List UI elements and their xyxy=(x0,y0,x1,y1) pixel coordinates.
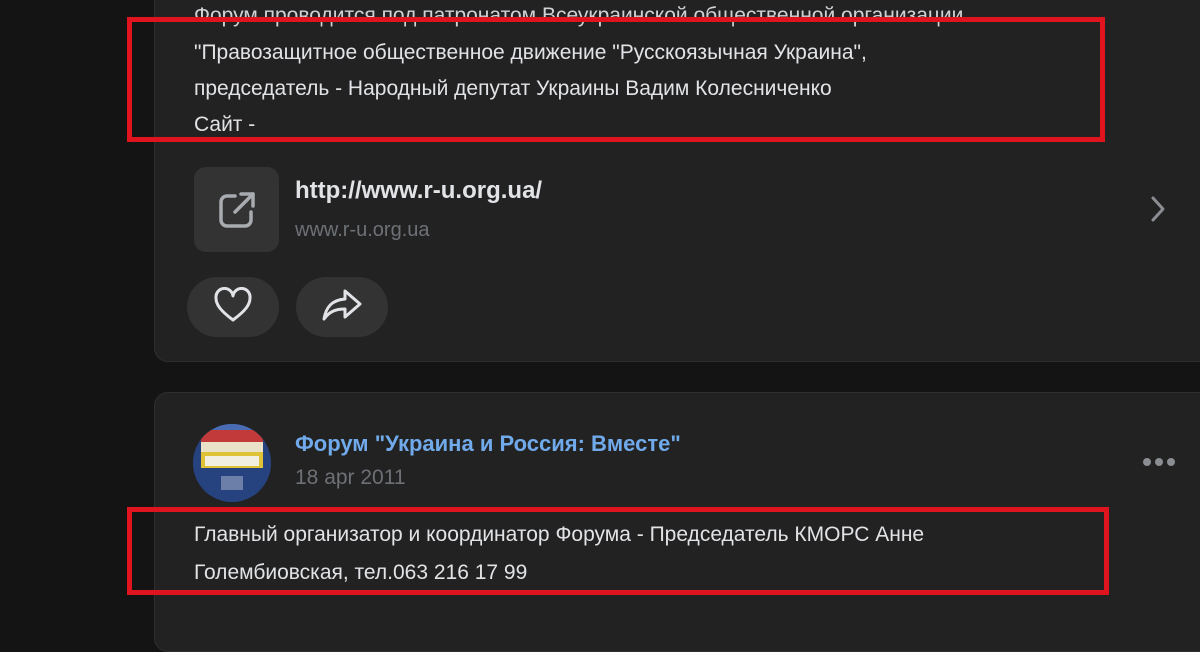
link-attachment[interactable]: http://www.r-u.org.ua/ www.r-u.org.ua xyxy=(194,167,1194,253)
external-link-icon xyxy=(194,167,279,252)
author-name[interactable]: Форум "Украина и Россия: Вместе" xyxy=(295,431,681,457)
post-text-line: председатель - Народный депутат Украины … xyxy=(194,77,832,100)
link-domain: www.r-u.org.ua xyxy=(295,219,430,241)
post-date[interactable]: 18 apr 2011 xyxy=(295,466,406,490)
like-button[interactable] xyxy=(187,277,279,337)
more-horizontal-icon[interactable] xyxy=(1142,455,1176,474)
post-text-line: Сайт - xyxy=(194,113,256,136)
post-text-line: "Правозащитное общественное движение "Ру… xyxy=(194,41,867,64)
heart-icon xyxy=(213,286,253,328)
avatar[interactable] xyxy=(193,424,271,502)
post-text-line: Голембиовская, тел.063 216 17 99 xyxy=(194,561,528,584)
post-text-line: Главный организатор и координатор Форума… xyxy=(194,523,925,546)
post-text-line: Форум проводится под патронатом Всеукраи… xyxy=(194,4,964,27)
link-url[interactable]: http://www.r-u.org.ua/ xyxy=(295,177,542,205)
share-icon xyxy=(321,287,363,328)
share-button[interactable] xyxy=(296,277,388,337)
chevron-right-icon xyxy=(1150,195,1166,228)
